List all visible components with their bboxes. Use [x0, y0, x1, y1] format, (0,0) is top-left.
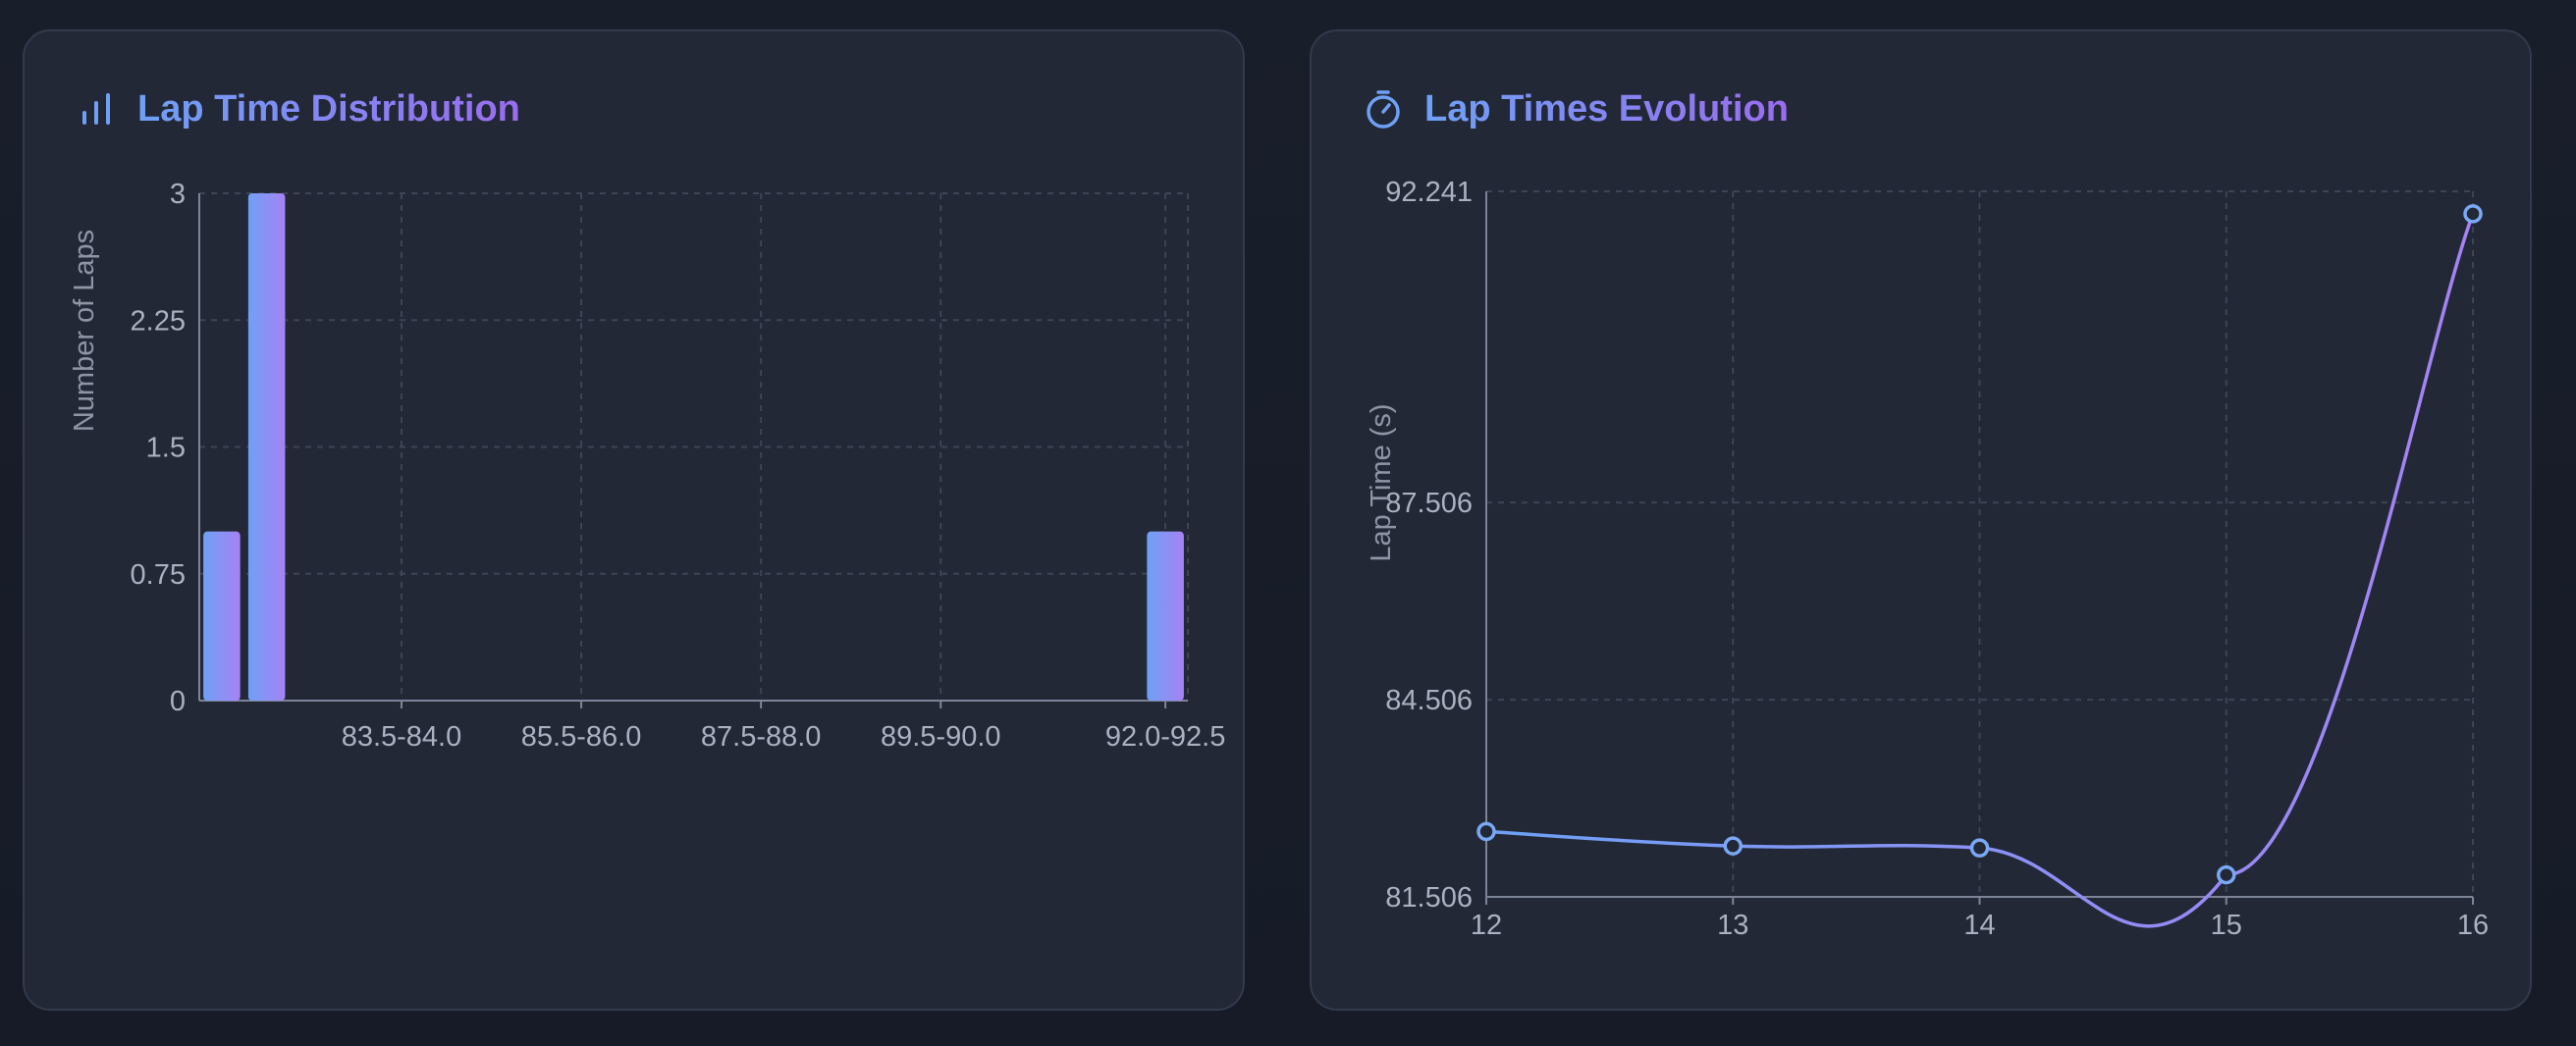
lap-time-distribution-card: Lap Time Distribution 0 0.75 1.5 2.25 3 83.5-… — [23, 29, 1245, 1011]
evo-x-tick-label: 15 — [2211, 910, 2242, 941]
dist-bar — [247, 193, 286, 701]
evo-y-tick-label: 92.241 — [1385, 177, 1473, 208]
dist-y-tick-label: 1.5 — [146, 433, 186, 464]
dist-bar — [1147, 531, 1184, 701]
evo-x-tick-label: 16 — [2457, 910, 2489, 941]
lap-times-evolution-chart: 81.506 84.506 87.506 92.241 12 13 14 15 16 Lap Ti… — [1366, 177, 2489, 941]
dist-y-tick-label: 0.75 — [131, 559, 186, 591]
evo-y-axis-title: Lap Time (s) — [1366, 403, 1397, 561]
dashboard-page: Lap Time Distribution 0 0.75 1.5 2.25 3 83.5-… — [0, 0, 2576, 1046]
dist-y-tick-label: 3 — [170, 179, 186, 210]
evo-y-tick-label: 84.506 — [1385, 685, 1473, 716]
evo-y-tick-label: 81.506 — [1385, 882, 1473, 914]
dist-x-tick-label: 87.5-88.0 — [701, 721, 822, 753]
dist-x-tick-label: 85.5-86.0 — [521, 721, 642, 753]
dist-x-tick-label: 92.0-92.5 — [1105, 721, 1226, 753]
dist-y-axis-title: Number of Laps — [69, 230, 100, 432]
dist-x-tick-label: 89.5-90.0 — [881, 721, 1001, 753]
evo-data-point — [1969, 838, 1990, 858]
evo-y-tick-label: 87.506 — [1385, 488, 1473, 519]
dist-y-tick-label: 2.25 — [131, 305, 186, 337]
evo-x-tick-label: 12 — [1471, 910, 1502, 941]
lap-times-evolution-card: Lap Times Evolution 81.506 84.506 87.506 92… — [1310, 29, 2532, 1011]
dist-x-tick-label: 83.5-84.0 — [342, 721, 462, 753]
evo-x-tick-label: 14 — [1963, 910, 1995, 941]
evo-data-point — [2463, 204, 2483, 224]
evo-x-tick-label: 13 — [1717, 910, 1748, 941]
lap-time-distribution-chart: 0 0.75 1.5 2.25 3 83.5-84.0 85.5-86.0 87.5-88.0… — [69, 179, 1226, 753]
evo-data-point — [1476, 821, 1496, 842]
evo-data-point — [1723, 836, 1743, 856]
evo-data-point — [2217, 864, 2236, 885]
dist-bar — [203, 531, 241, 701]
dist-y-tick-label: 0 — [170, 686, 186, 717]
